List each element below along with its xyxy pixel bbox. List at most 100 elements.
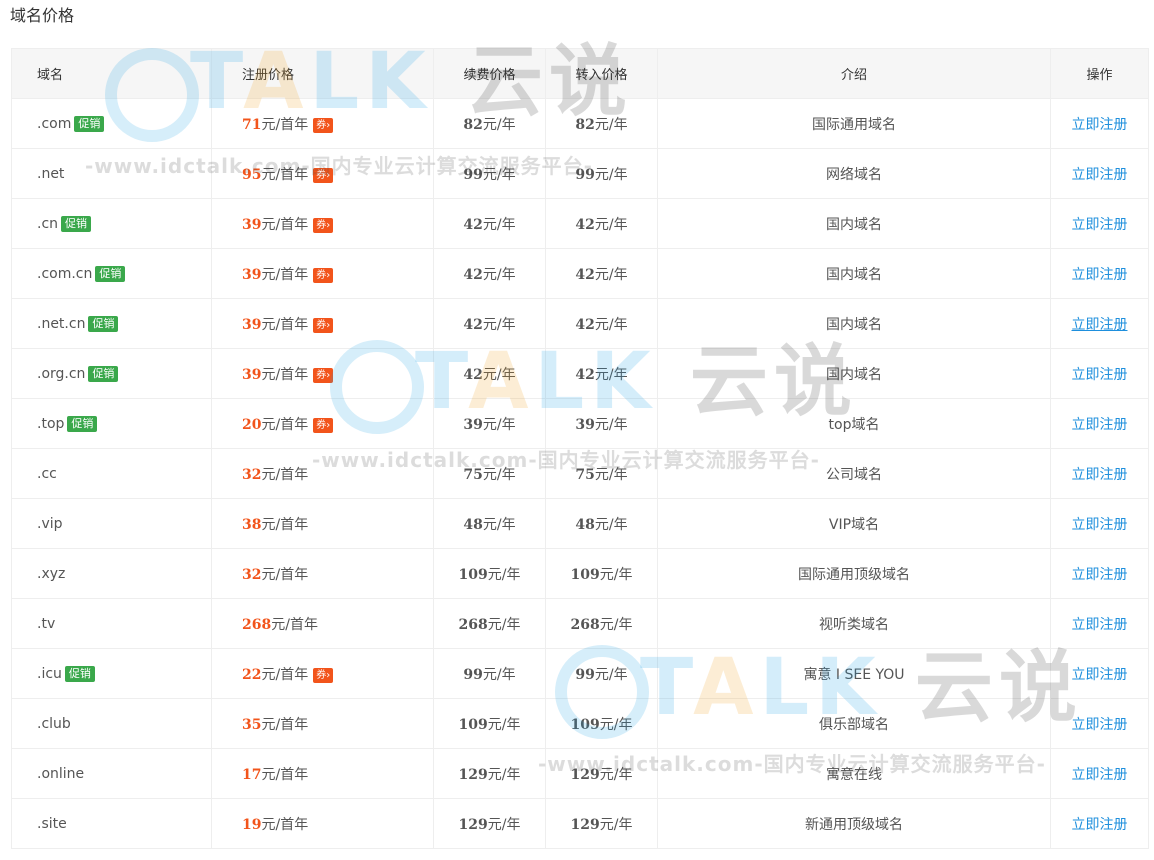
table-row: .org.cn 促销 39元/首年 券› 42元/年 42元/年 国内域名 立即注册 [11,348,1149,399]
coupon-badge[interactable]: 券› [313,267,334,283]
description-cell: VIP域名 [657,498,1051,549]
description-cell: 国内域名 [657,248,1051,299]
coupon-badge[interactable]: 券› [313,317,334,333]
action-cell: 立即注册 [1050,248,1149,299]
column-header-register-price: 注册价格 [211,48,434,99]
register-price-unit: 元/首年 [261,316,309,333]
transfer-price-value: 99 [575,666,595,683]
transfer-price-value: 129 [570,816,600,833]
domain-cell: .online [11,748,212,799]
renew-price-unit: 元/年 [482,366,516,383]
register-price-value: 39 [242,216,262,233]
description-cell: 国内域名 [657,298,1051,349]
register-price-value: 39 [242,366,262,383]
register-price-value: 32 [242,466,262,483]
renew-price-cell: 99元/年 [433,148,546,199]
description-cell: 寓意 I SEE YOU [657,648,1051,699]
domain-name: .vip [37,515,63,532]
register-price-unit: 元/首年 [261,166,309,183]
table-row: .xyz 32元/首年 109元/年 109元/年 国际通用顶级域名 立即注册 [11,548,1149,599]
register-price-cell: 71元/首年 券› [211,98,434,149]
domain-name: .club [37,715,71,732]
coupon-badge[interactable]: 券› [313,667,334,683]
table-row: .club 35元/首年 109元/年 109元/年 俱乐部域名 立即注册 [11,698,1149,749]
register-price-cell: 22元/首年 券› [211,648,434,699]
register-now-link[interactable]: 立即注册 [1072,267,1128,283]
domain-name: .org.cn [37,365,86,382]
table-row: .icu 促销 22元/首年 券› 99元/年 99元/年 寓意 I SEE YOU 立即注册 [11,648,1149,699]
page-title: 域名价格 [10,6,75,25]
register-price-cell: 20元/首年 券› [211,398,434,449]
renew-price-unit: 元/年 [482,216,516,233]
table-row: .cc 32元/首年 75元/年 75元/年 公司域名 立即注册 [11,448,1149,499]
description-cell: 国内域名 [657,348,1051,399]
domain-name: .icu [37,665,62,682]
renew-price-value: 42 [463,316,483,333]
transfer-price-unit: 元/年 [599,716,633,733]
register-now-link[interactable]: 立即注册 [1072,317,1128,333]
coupon-badge[interactable]: 券› [313,417,334,433]
register-price-unit: 元/首年 [261,516,309,533]
domain-name: .tv [37,615,56,632]
column-header-action: 操作 [1050,48,1149,99]
transfer-price-unit: 元/年 [594,116,628,133]
register-price-unit: 元/首年 [261,266,309,283]
transfer-price-unit: 元/年 [599,816,633,833]
action-cell: 立即注册 [1050,398,1149,449]
register-price-value: 95 [242,166,262,183]
register-now-link[interactable]: 立即注册 [1072,567,1128,583]
register-now-link[interactable]: 立即注册 [1072,467,1128,483]
renew-price-cell: 42元/年 [433,248,546,299]
transfer-price-value: 42 [575,316,595,333]
action-cell: 立即注册 [1050,448,1149,499]
register-price-unit: 元/首年 [261,716,309,733]
renew-price-cell: 129元/年 [433,798,546,849]
coupon-badge[interactable]: 券› [313,167,334,183]
domain-cell: .com 促销 [11,98,212,149]
register-now-link[interactable]: 立即注册 [1072,117,1128,133]
action-cell: 立即注册 [1050,498,1149,549]
renew-price-cell: 42元/年 [433,198,546,249]
register-now-link[interactable]: 立即注册 [1072,417,1128,433]
renew-price-cell: 75元/年 [433,448,546,499]
transfer-price-unit: 元/年 [594,666,628,683]
register-now-link[interactable]: 立即注册 [1072,367,1128,383]
promo-badge: 促销 [64,665,95,682]
transfer-price-value: 268 [570,616,600,633]
coupon-badge[interactable]: 券› [313,217,334,233]
register-now-link[interactable]: 立即注册 [1072,167,1128,183]
domain-name: .cc [37,465,57,482]
action-cell: 立即注册 [1050,198,1149,249]
register-now-link[interactable]: 立即注册 [1072,667,1128,683]
register-price-cell: 38元/首年 [211,498,434,549]
renew-price-unit: 元/年 [487,816,521,833]
description-cell: 寓意在线 [657,748,1051,799]
transfer-price-value: 129 [570,766,600,783]
register-price-cell: 39元/首年 券› [211,298,434,349]
register-now-link[interactable]: 立即注册 [1072,517,1128,533]
domain-name: .cn [37,215,59,232]
register-now-link[interactable]: 立即注册 [1072,217,1128,233]
coupon-badge[interactable]: 券› [313,117,334,133]
renew-price-cell: 82元/年 [433,98,546,149]
transfer-price-unit: 元/年 [599,566,633,583]
renew-price-unit: 元/年 [487,616,521,633]
register-price-value: 71 [242,116,262,133]
register-price-cell: 35元/首年 [211,698,434,749]
register-price-cell: 39元/首年 券› [211,248,434,299]
register-now-link[interactable]: 立即注册 [1072,717,1128,733]
coupon-badge[interactable]: 券› [313,367,334,383]
transfer-price-cell: 268元/年 [545,598,658,649]
action-cell: 立即注册 [1050,348,1149,399]
register-now-link[interactable]: 立即注册 [1072,617,1128,633]
register-price-value: 32 [242,566,262,583]
transfer-price-cell: 109元/年 [545,698,658,749]
register-price-unit: 元/首年 [261,766,309,783]
transfer-price-value: 99 [575,166,595,183]
transfer-price-cell: 82元/年 [545,98,658,149]
transfer-price-value: 109 [570,716,600,733]
register-now-link[interactable]: 立即注册 [1072,767,1128,783]
register-now-link[interactable]: 立即注册 [1072,817,1128,833]
description-cell: 视听类域名 [657,598,1051,649]
renew-price-cell: 109元/年 [433,698,546,749]
